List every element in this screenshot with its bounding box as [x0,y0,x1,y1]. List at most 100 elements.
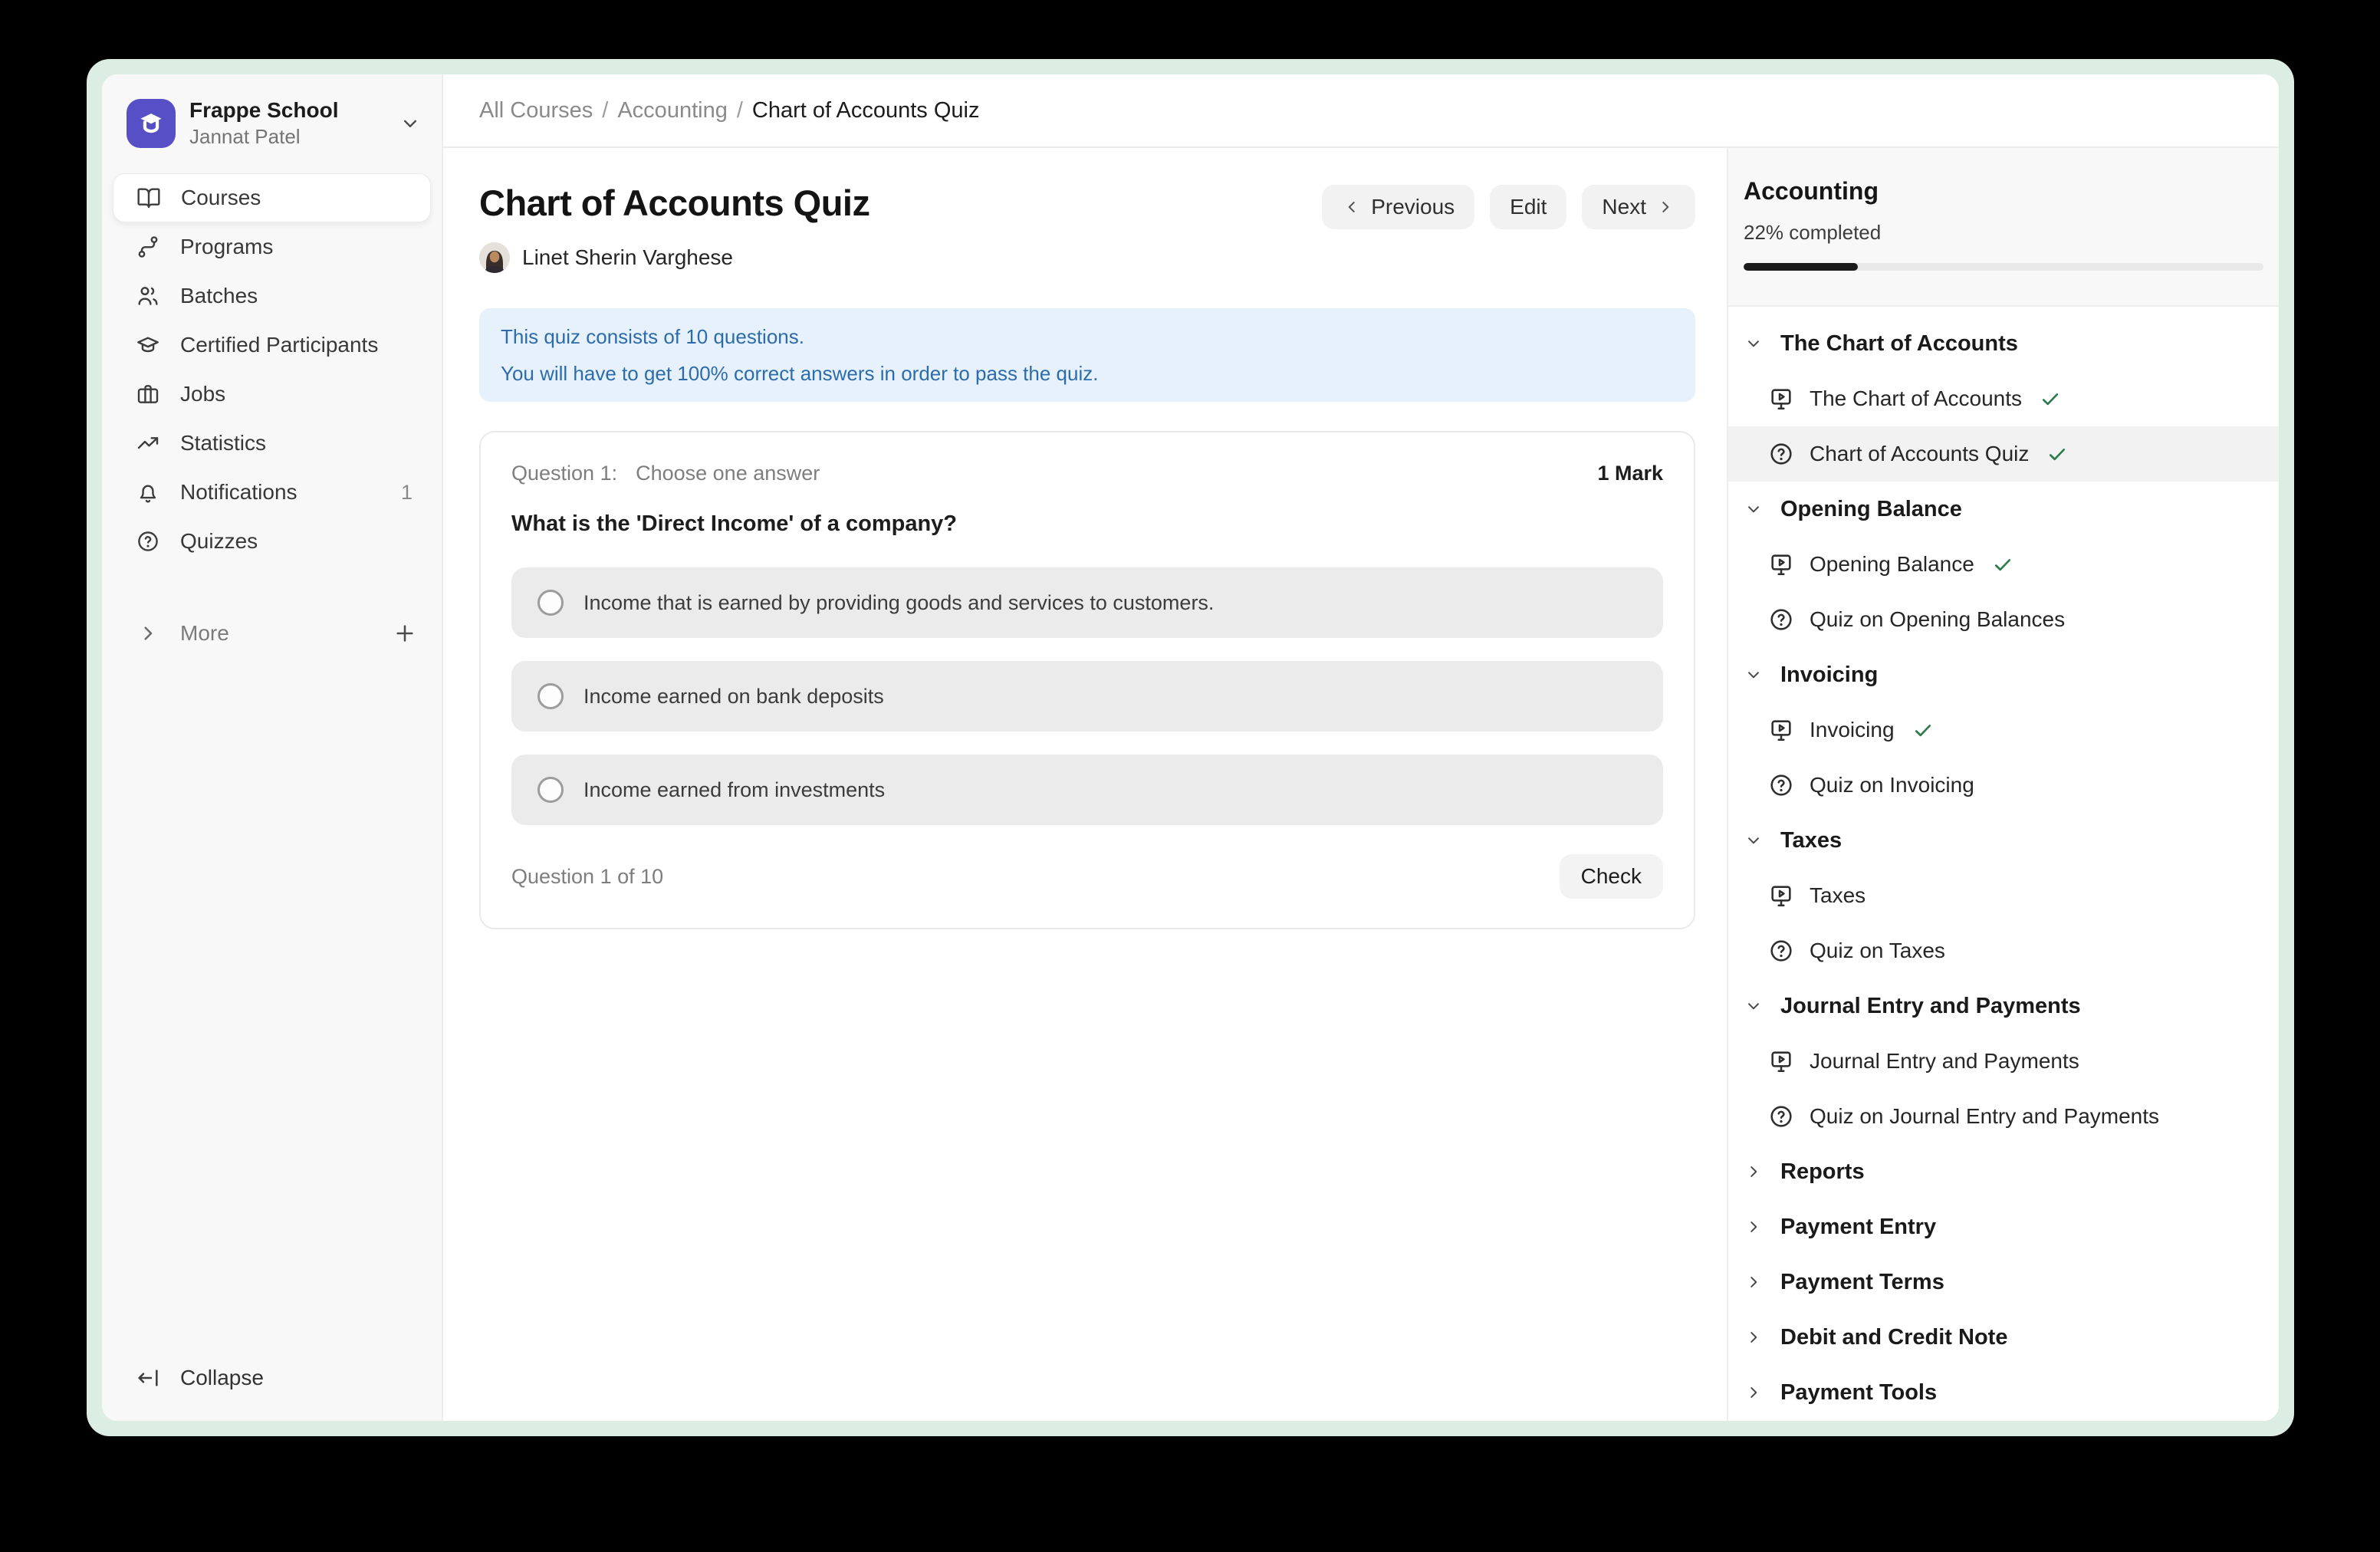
outline-item-quiz-on-opening-balances[interactable]: Quiz on Opening Balances [1728,592,2279,647]
outline-item-journal-entry-and-payments[interactable]: Journal Entry and Payments [1728,1034,2279,1089]
plus-icon[interactable] [393,621,417,646]
outline-section-the-chart-of-accounts: The Chart of Accounts The Chart of Accou… [1728,316,2279,482]
outline-item-taxes[interactable]: Taxes [1728,868,2279,923]
outline-item-opening-balance[interactable]: Opening Balance [1728,537,2279,592]
chevron-down-icon [1744,665,1764,685]
monitor-play-icon [1768,386,1794,412]
course-outline: The Chart of Accounts The Chart of Accou… [1728,307,2279,1421]
outline-section-header-payment-terms[interactable]: Payment Terms [1728,1254,2279,1310]
breadcrumb-accounting[interactable]: Accounting [617,98,728,123]
outline-item-the-chart-of-accounts[interactable]: The Chart of Accounts [1728,371,2279,426]
graduation-cap-logo-icon [134,107,168,140]
workspace-switcher[interactable]: Frappe School Jannat Patel [102,74,442,149]
chevron-down-icon [1744,334,1764,353]
book-open-icon [136,186,161,210]
main-column: All Courses / Accounting / Chart of Acco… [443,74,2279,1421]
outline-section-header-the-chart-of-accounts[interactable]: The Chart of Accounts [1728,316,2279,371]
monitor-play-icon [1768,717,1794,743]
edit-button[interactable]: Edit [1490,185,1566,229]
sidebar-item-more[interactable]: More [113,609,431,658]
outline-section-header-reports[interactable]: Reports [1728,1144,2279,1199]
sidebar-item-programs[interactable]: Programs [113,222,431,271]
chevron-left-icon [1342,197,1362,217]
notice-line-1: This quiz consists of 10 questions. [501,318,1674,355]
outline-section-opening-balance: Opening Balance Opening Balance Quiz on … [1728,482,2279,647]
chevron-right-icon [1655,197,1675,217]
help-circle-icon [1768,441,1794,467]
help-circle-icon [1768,1103,1794,1129]
question-progress: Question 1 of 10 [511,865,663,889]
check-icon [1991,553,2014,576]
sidebar-item-notifications[interactable]: Notifications 1 [113,468,431,517]
notice-line-2: You will have to get 100% correct answer… [501,355,1674,392]
outline-section-reports: Reports [1728,1144,2279,1199]
chevron-down-icon[interactable] [399,112,422,135]
app-window: Frappe School Jannat Patel Courses Progr… [102,74,2279,1421]
radio-icon[interactable] [537,777,564,803]
course-outline-panel: Accounting 22% completed The Chart of Ac… [1727,148,2279,1421]
sidebar-item-courses[interactable]: Courses [113,173,431,222]
workspace-user: Jannat Patel [189,125,385,149]
help-circle-icon [1768,772,1794,798]
collapse-icon [136,1366,160,1390]
outline-item-chart-of-accounts-quiz[interactable]: Chart of Accounts Quiz [1728,426,2279,482]
answer-option-3[interactable]: Income earned from investments [511,755,1663,825]
answer-option-1[interactable]: Income that is earned by providing goods… [511,567,1663,638]
breadcrumb-all-courses[interactable]: All Courses [479,98,593,123]
workspace-name: Frappe School [189,98,385,123]
answer-option-2[interactable]: Income earned on bank deposits [511,661,1663,732]
check-icon [1912,718,1935,741]
question-marks: 1 Mark [1597,462,1663,485]
check-icon [2046,442,2069,465]
sidebar-item-batches[interactable]: Batches [113,271,431,321]
outline-section-header-taxes[interactable]: Taxes [1728,813,2279,868]
sidebar-item-quizzes[interactable]: Quizzes [113,517,431,566]
question-card: Question 1: Choose one answer 1 Mark Wha… [479,431,1695,929]
outline-section-payment-terms: Payment Terms [1728,1254,2279,1310]
collapse-sidebar-button[interactable]: Collapse [113,1353,431,1402]
briefcase-icon [136,382,160,406]
outline-section-header-journal-entry-and-payments[interactable]: Journal Entry and Payments [1728,978,2279,1034]
course-progress-bar [1744,263,2263,271]
outline-item-quiz-on-invoicing[interactable]: Quiz on Invoicing [1728,758,2279,813]
outline-section-header-invoicing[interactable]: Invoicing [1728,647,2279,702]
outline-section-header-payment-entry[interactable]: Payment Entry [1728,1199,2279,1254]
chevron-down-icon [1744,830,1764,850]
outline-item-quiz-on-journal-entry-and-payments[interactable]: Quiz on Journal Entry and Payments [1728,1089,2279,1144]
outline-section-debit-and-credit-note: Debit and Credit Note [1728,1310,2279,1365]
author-row: Linet Sherin Varghese [479,242,870,273]
check-button[interactable]: Check [1560,854,1663,899]
chevron-right-icon [1744,1162,1764,1182]
outline-section-header-opening-balance[interactable]: Opening Balance [1728,482,2279,537]
monitor-play-icon [1768,551,1794,577]
outline-section-header-payment-tools[interactable]: Payment Tools [1728,1365,2279,1420]
help-circle-icon [1768,607,1794,633]
course-progress-label: 22% completed [1744,221,2263,245]
sidebar-item-jobs[interactable]: Jobs [113,370,431,419]
frappe-school-logo [127,99,176,148]
question-text: What is the 'Direct Income' of a company… [511,511,1663,537]
radio-icon[interactable] [537,590,564,616]
notification-count-badge: 1 [401,481,417,505]
outline-section-header-debit-and-credit-note[interactable]: Debit and Credit Note [1728,1310,2279,1365]
trending-up-icon [136,431,160,455]
outline-item-invoicing[interactable]: Invoicing [1728,702,2279,758]
page-title: Chart of Accounts Quiz [479,182,870,224]
next-button[interactable]: Next [1582,185,1695,229]
more-label: More [180,621,373,646]
radio-icon[interactable] [537,683,564,709]
help-circle-icon [1768,938,1794,964]
outline-section-invoicing: Invoicing Invoicing Quiz on Invoicing [1728,647,2279,813]
left-sidebar: Frappe School Jannat Patel Courses Progr… [102,74,443,1421]
question-instruction: Choose one answer [636,462,820,485]
breadcrumb: All Courses / Accounting / Chart of Acco… [443,74,2279,148]
sidebar-menu: Courses Programs Batches Certified Parti… [102,173,442,566]
outline-item-quiz-on-taxes[interactable]: Quiz on Taxes [1728,923,2279,978]
breadcrumb-separator: / [737,98,743,123]
chevron-right-icon [1744,1327,1764,1347]
answer-options: Income that is earned by providing goods… [511,567,1663,825]
sidebar-item-certified-participants[interactable]: Certified Participants [113,321,431,370]
previous-button[interactable]: Previous [1322,185,1474,229]
sidebar-item-statistics[interactable]: Statistics [113,419,431,468]
monitor-play-icon [1768,883,1794,909]
